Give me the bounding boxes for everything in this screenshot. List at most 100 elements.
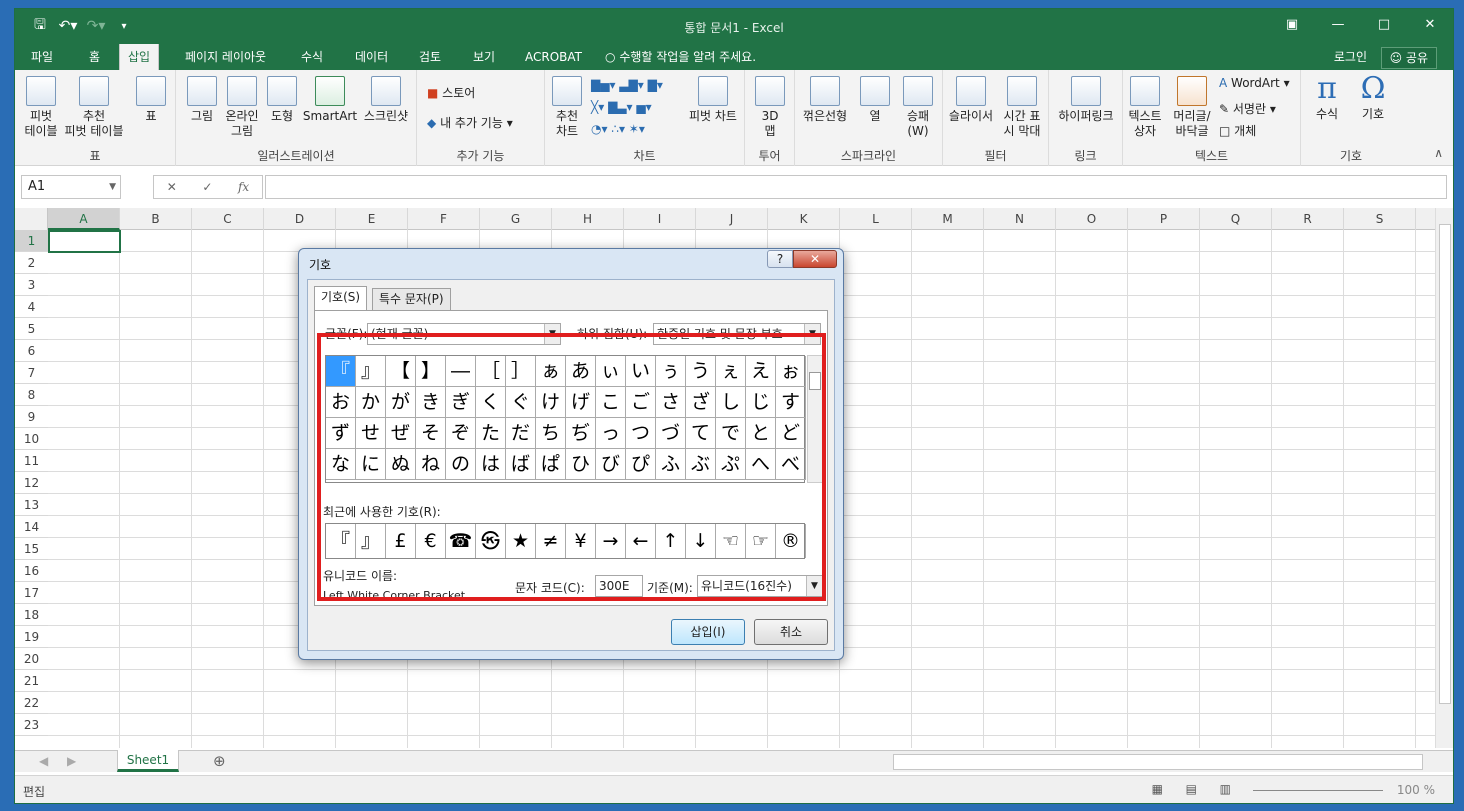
- column-header[interactable]: I: [624, 208, 696, 230]
- cancel-button[interactable]: 취소: [754, 619, 828, 645]
- column-header[interactable]: C: [192, 208, 264, 230]
- next-sheet-icon[interactable]: ▶: [67, 754, 76, 768]
- screenshot-button[interactable]: 스크린샷: [360, 76, 412, 124]
- tab-formulas[interactable]: 수식: [293, 44, 331, 70]
- column-header[interactable]: E: [336, 208, 408, 230]
- select-all-corner[interactable]: [15, 208, 48, 230]
- row-header[interactable]: 21: [15, 670, 48, 692]
- row-header[interactable]: 20: [15, 648, 48, 670]
- prev-sheet-icon[interactable]: ◀: [39, 754, 48, 768]
- sparkline-line-button[interactable]: 꺾은선형: [797, 76, 853, 124]
- tab-review[interactable]: 검토: [411, 44, 449, 70]
- row-header[interactable]: 11: [15, 450, 48, 472]
- tab-home[interactable]: 홈: [81, 44, 108, 70]
- recommended-pivot-button[interactable]: 추천 피벗 테이블: [61, 76, 127, 139]
- column-header[interactable]: R: [1272, 208, 1344, 230]
- ribbon-display-options-icon[interactable]: ▣: [1269, 9, 1315, 39]
- row-header[interactable]: 2: [15, 252, 48, 274]
- page-break-view-icon[interactable]: ▥: [1220, 782, 1231, 796]
- recommended-charts-button[interactable]: 추천 차트: [547, 76, 587, 139]
- zoom-slider[interactable]: [1253, 790, 1383, 791]
- textbox-button[interactable]: 텍스트 상자: [1125, 76, 1165, 139]
- zoom-level[interactable]: 100 %: [1397, 783, 1435, 797]
- insert-button[interactable]: 삽입(I): [671, 619, 745, 645]
- cancel-icon[interactable]: ✕: [167, 180, 177, 194]
- column-header[interactable]: N: [984, 208, 1056, 230]
- equation-button[interactable]: π 수식: [1305, 74, 1349, 122]
- shapes-button[interactable]: 도형: [264, 76, 300, 124]
- table-button[interactable]: 표: [131, 76, 171, 124]
- column-header[interactable]: B: [120, 208, 192, 230]
- signature-line-button[interactable]: ✎ 서명란 ▾: [1219, 100, 1276, 117]
- login-link[interactable]: 로그인: [1334, 44, 1367, 70]
- row-header[interactable]: 1: [15, 230, 48, 252]
- hyperlink-button[interactable]: 하이퍼링크: [1051, 76, 1121, 124]
- row-header[interactable]: 7: [15, 362, 48, 384]
- column-header[interactable]: D: [264, 208, 336, 230]
- chart-type-icons-2[interactable]: ╳▾ ▇▃▾ ▅▾: [591, 100, 652, 114]
- row-header[interactable]: 8: [15, 384, 48, 406]
- tab-special-characters[interactable]: 특수 문자(P): [372, 288, 451, 310]
- column-header[interactable]: F: [408, 208, 480, 230]
- tab-view[interactable]: 보기: [465, 44, 503, 70]
- column-header[interactable]: O: [1056, 208, 1128, 230]
- wordart-button[interactable]: A WordArt ▾: [1219, 76, 1290, 90]
- pivot-chart-button[interactable]: 피벗 차트: [685, 76, 741, 124]
- column-header[interactable]: H: [552, 208, 624, 230]
- row-header[interactable]: 5: [15, 318, 48, 340]
- pivot-table-button[interactable]: 피벗 테이블: [19, 76, 63, 139]
- row-header[interactable]: 18: [15, 604, 48, 626]
- tab-acrobat[interactable]: ACROBAT: [517, 44, 590, 70]
- tab-symbols[interactable]: 기호(S): [314, 286, 368, 311]
- help-button[interactable]: ?: [767, 250, 793, 268]
- vertical-scroll-thumb[interactable]: [1439, 224, 1451, 704]
- sheet-tab[interactable]: Sheet1: [117, 750, 179, 772]
- tab-data[interactable]: 데이터: [347, 44, 396, 70]
- close-button[interactable]: ✕: [1407, 9, 1453, 39]
- online-picture-button[interactable]: 온라인 그림: [220, 76, 264, 139]
- row-header[interactable]: 6: [15, 340, 48, 362]
- tab-file[interactable]: 파일: [23, 44, 61, 70]
- timeline-button[interactable]: 시간 표 시 막대: [997, 76, 1047, 139]
- sparkline-column-button[interactable]: 열: [855, 76, 895, 124]
- row-header[interactable]: 3: [15, 274, 48, 296]
- row-header[interactable]: 22: [15, 692, 48, 714]
- column-header[interactable]: J: [696, 208, 768, 230]
- active-cell[interactable]: [48, 230, 121, 253]
- tab-page-layout[interactable]: 페이지 레이아웃: [177, 44, 274, 70]
- chart-type-icons[interactable]: ▇▅▾ ▃▇▾ ▇▾: [591, 78, 663, 92]
- symbol-button[interactable]: Ω 기호: [1351, 74, 1395, 122]
- slicer-button[interactable]: 슬라이서: [945, 76, 997, 124]
- minimize-button[interactable]: —: [1315, 9, 1361, 39]
- tell-me-search[interactable]: ○ 수행할 작업을 알려 주세요.: [605, 44, 756, 70]
- column-header[interactable]: L: [840, 208, 912, 230]
- row-header[interactable]: 4: [15, 296, 48, 318]
- function-icon[interactable]: fx: [238, 180, 249, 194]
- column-header[interactable]: Q: [1200, 208, 1272, 230]
- picture-button[interactable]: 그림: [184, 76, 220, 124]
- header-footer-button[interactable]: 머리글/ 바닥글: [1167, 76, 1217, 139]
- add-sheet-icon[interactable]: ⊕: [213, 752, 226, 770]
- column-header[interactable]: K: [768, 208, 840, 230]
- sparkline-winloss-button[interactable]: 승패 (W): [897, 76, 939, 139]
- column-header[interactable]: S: [1344, 208, 1416, 230]
- row-header[interactable]: 16: [15, 560, 48, 582]
- row-header[interactable]: 10: [15, 428, 48, 450]
- collapse-ribbon-icon[interactable]: ∧: [1434, 146, 1443, 160]
- tab-insert[interactable]: 삽입: [119, 44, 160, 70]
- my-addins-button[interactable]: ◆ 내 추가 기능 ▾: [427, 114, 513, 131]
- row-header[interactable]: 23: [15, 714, 48, 736]
- horizontal-scrollbar[interactable]: [893, 754, 1423, 770]
- chart-type-icons-3[interactable]: ◔▾ ∴▾ ✶▾: [591, 122, 645, 136]
- 3d-map-button[interactable]: 3D 맵: [749, 76, 791, 139]
- formula-input[interactable]: [265, 175, 1447, 199]
- smartart-button[interactable]: SmartArt: [300, 76, 360, 124]
- row-header[interactable]: 12: [15, 472, 48, 494]
- row-header[interactable]: 17: [15, 582, 48, 604]
- chevron-down-icon[interactable]: ▼: [109, 176, 116, 198]
- page-layout-view-icon[interactable]: ▤: [1186, 782, 1197, 796]
- dialog-close-button[interactable]: ✕: [793, 250, 837, 268]
- row-header[interactable]: 15: [15, 538, 48, 560]
- object-button[interactable]: □ 개체: [1219, 122, 1256, 139]
- column-header[interactable]: P: [1128, 208, 1200, 230]
